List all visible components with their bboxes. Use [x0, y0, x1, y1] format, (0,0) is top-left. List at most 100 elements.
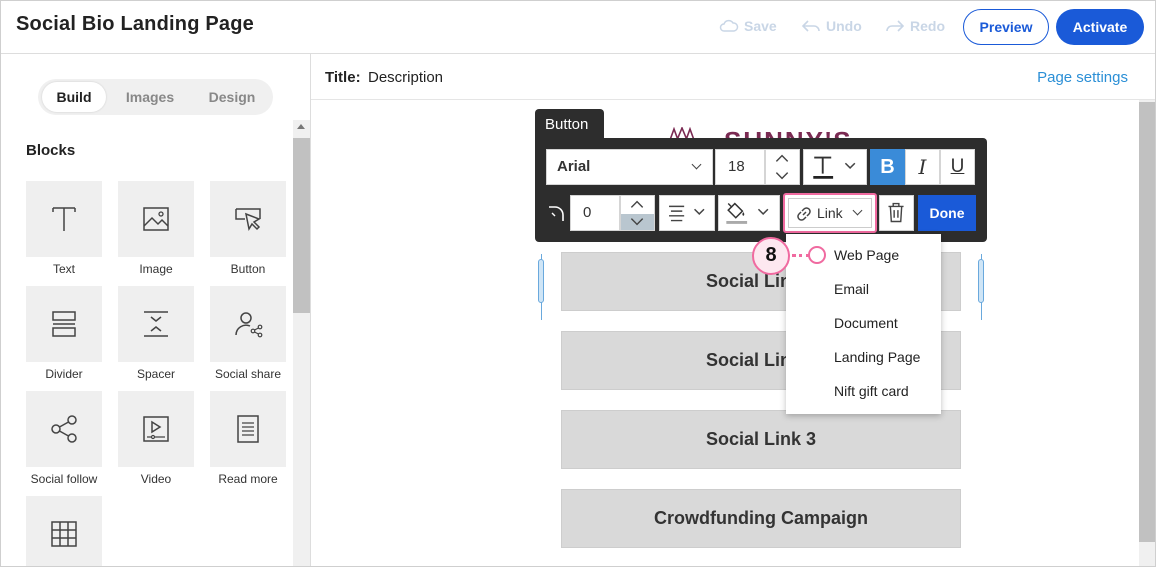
main-canvas: Title: Description Page settings SUNNY'S… [311, 54, 1155, 566]
table-grid-icon [51, 521, 77, 547]
block-social-follow-label: Social follow [30, 472, 98, 486]
block-image-label: Image [139, 262, 173, 276]
redo-label: Redo [910, 18, 945, 34]
divider-icon [52, 311, 76, 337]
paint-bucket-icon [726, 202, 769, 224]
font-size-input[interactable]: 18 [715, 149, 765, 185]
menu-item-web-page[interactable]: Web Page [834, 247, 899, 263]
bold-button[interactable]: B [870, 149, 905, 185]
left-sidebar: Build Images Design Blocks Text Image Bu… [1, 54, 311, 566]
page-settings-link[interactable]: Page settings [1037, 69, 1128, 86]
callout-target-ring [808, 246, 826, 264]
app-title: Social Bio Landing Page [16, 13, 254, 35]
resize-handle-right[interactable] [978, 259, 984, 303]
text-icon [52, 207, 76, 231]
block-social-follow[interactable] [26, 391, 102, 467]
title-label: Title: [325, 69, 361, 86]
block-table[interactable] [26, 496, 102, 566]
scroll-up-icon[interactable] [297, 124, 305, 129]
block-read-more[interactable] [210, 391, 286, 467]
document-icon [237, 415, 259, 443]
block-button[interactable] [210, 181, 286, 257]
block-spacer-label: Spacer [136, 367, 176, 381]
cloud-icon [719, 19, 739, 32]
align-center-icon [669, 205, 705, 222]
block-video-label: Video [140, 472, 172, 486]
font-select[interactable]: Arial [546, 149, 713, 185]
stepper-arrows-icon [775, 154, 789, 180]
tab-design[interactable]: Design [196, 82, 268, 112]
blocks-heading: Blocks [26, 142, 76, 159]
menu-item-email[interactable]: Email [834, 281, 869, 297]
video-icon [143, 416, 169, 442]
redo-button[interactable]: Redo [885, 18, 945, 34]
image-icon [143, 207, 169, 231]
crowdfunding-button[interactable]: Crowdfunding Campaign [561, 489, 961, 548]
font-size-stepper[interactable] [765, 149, 800, 185]
menu-item-landing-page[interactable]: Landing Page [834, 349, 920, 365]
activate-button[interactable]: Activate [1056, 9, 1144, 45]
button-toolbar: Arial 18 B I U 0 Link Done [535, 138, 987, 242]
block-image[interactable] [118, 181, 194, 257]
trash-icon [888, 202, 904, 223]
sidebar-scrollbar[interactable] [293, 120, 310, 566]
stepper-arrows-icon [630, 200, 644, 226]
link-icon [797, 207, 811, 221]
undo-label: Undo [826, 18, 862, 34]
fill-color-button[interactable] [718, 195, 780, 231]
sidebar-scroll-thumb[interactable] [293, 138, 310, 313]
chevron-down-icon [852, 205, 863, 216]
title-bar: Title: Description Page settings [311, 54, 1155, 100]
block-button-label: Button [230, 262, 266, 276]
header: Social Bio Landing Page Save Undo Redo P… [1, 1, 1155, 54]
block-text[interactable] [26, 181, 102, 257]
block-read-more-label: Read more [218, 472, 278, 486]
block-divider[interactable] [26, 286, 102, 362]
button-cursor-icon [235, 208, 261, 232]
step-number-badge: 8 [752, 237, 790, 275]
block-spacer[interactable] [118, 286, 194, 362]
text-color-button[interactable] [803, 149, 867, 185]
save-button[interactable]: Save [719, 18, 777, 34]
undo-button[interactable]: Undo [801, 18, 862, 34]
corner-radius-stepper[interactable] [620, 195, 655, 231]
block-social-share-label: Social share [214, 367, 282, 381]
app-window: Social Bio Landing Page Save Undo Redo P… [0, 0, 1156, 567]
link-button[interactable]: Link [783, 193, 877, 233]
resize-handle-left[interactable] [538, 259, 544, 303]
social-link-3-button[interactable]: Social Link 3 [561, 410, 961, 469]
link-button-inner: Link [788, 198, 872, 228]
spacer-icon [144, 311, 168, 337]
save-label: Save [744, 18, 777, 34]
corner-radius-input[interactable]: 0 [570, 195, 620, 231]
align-button[interactable] [659, 195, 715, 231]
text-color-icon [813, 156, 856, 179]
title-value[interactable]: Description [368, 69, 443, 86]
corner-radius-icon [549, 206, 564, 221]
sidebar-tabs: Build Images Design [38, 79, 273, 115]
menu-item-document[interactable]: Document [834, 315, 898, 331]
block-divider-label: Divider [45, 367, 83, 381]
delete-button[interactable] [879, 195, 914, 231]
canvas-scrollbar[interactable] [1139, 100, 1155, 566]
font-value: Arial [557, 158, 591, 175]
block-video[interactable] [118, 391, 194, 467]
link-type-menu: Web Page Email Document Landing Page Nif… [786, 234, 941, 414]
underline-button[interactable]: U [940, 149, 975, 185]
tab-build[interactable]: Build [42, 82, 106, 112]
menu-item-nift-gift-card[interactable]: Nift gift card [834, 383, 909, 399]
share-nodes-icon [51, 415, 77, 443]
social-share-icon [235, 312, 263, 338]
chevron-down-icon [691, 159, 702, 170]
block-social-share[interactable] [210, 286, 286, 362]
undo-icon [801, 20, 820, 32]
preview-button[interactable]: Preview [963, 9, 1049, 45]
canvas-scroll-thumb[interactable] [1139, 102, 1155, 542]
italic-button[interactable]: I [905, 149, 940, 185]
redo-icon [886, 20, 905, 32]
done-button[interactable]: Done [918, 195, 976, 231]
toolbar-tag: Button [535, 109, 604, 141]
link-label: Link [817, 205, 843, 221]
tab-images[interactable]: Images [116, 82, 184, 112]
block-text-label: Text [52, 262, 75, 276]
